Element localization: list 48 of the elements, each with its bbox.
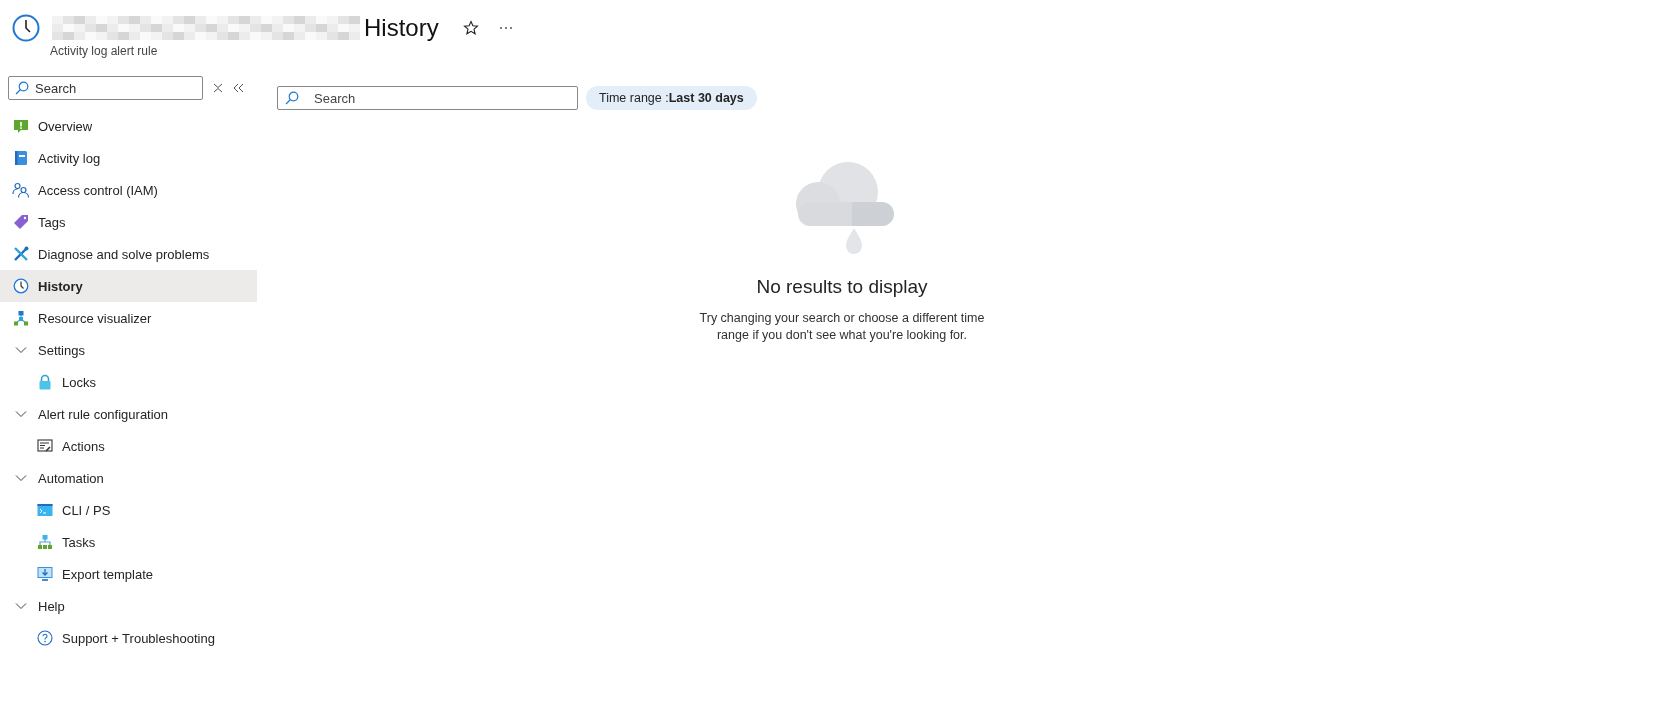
search-icon: [285, 91, 299, 105]
clock-icon: [13, 278, 29, 294]
nav-item[interactable]: Tasks: [0, 526, 257, 558]
clear-icon[interactable]: [213, 83, 223, 93]
chevron-icon: [15, 410, 27, 418]
nav-item[interactable]: Access control (IAM): [0, 174, 257, 206]
tools-icon: [13, 246, 29, 262]
nav-item[interactable]: Overview: [0, 110, 257, 142]
search-field[interactable]: Search: [8, 76, 203, 100]
search-icon: [15, 81, 29, 95]
star-icon[interactable]: [462, 20, 479, 36]
nav-item[interactable]: Support + Troubleshooting: [0, 622, 257, 654]
resource-type: Activity log alert rule: [50, 44, 159, 58]
collapse-icon[interactable]: [233, 83, 245, 93]
nav-item[interactable]: Actions: [0, 430, 257, 462]
form-icon: [37, 438, 53, 454]
chevron-icon: [15, 602, 27, 610]
nav-group[interactable]: Help: [0, 590, 257, 622]
help-icon: [37, 630, 53, 646]
terminal-icon: [37, 502, 53, 518]
nav-item[interactable]: Locks: [0, 366, 257, 398]
lock-icon: [37, 374, 53, 390]
search-field[interactable]: Search: [277, 86, 578, 110]
empty-state-title: No results to display: [756, 276, 928, 298]
nav-group[interactable]: Alert rule configuration: [0, 398, 257, 430]
hierarchy-icon: [37, 534, 53, 550]
book-icon: [13, 150, 29, 166]
chevron-icon: [15, 474, 27, 482]
empty-state-message: Try changing your search or choose a different time range if you don't see what you're looking for.: [698, 310, 986, 344]
page-title: History: [364, 14, 439, 42]
download-monitor-icon: [37, 566, 53, 582]
nav-item[interactable]: Export template: [0, 558, 257, 590]
nav-item[interactable]: Activity log: [0, 142, 257, 174]
nav-item[interactable]: Tags: [0, 206, 257, 238]
nav-group[interactable]: Settings: [0, 334, 257, 366]
overview-icon: [13, 118, 29, 134]
people-icon: [12, 182, 30, 198]
tag-icon: [13, 214, 29, 230]
chevron-icon: [15, 346, 27, 354]
nav-group[interactable]: Automation: [0, 462, 257, 494]
time-range-filter[interactable]: Time range :Last 30 days: [586, 86, 757, 110]
clock-icon: [12, 14, 40, 42]
nav-item[interactable]: Resource visualizer: [0, 302, 257, 334]
more-icon[interactable]: [498, 26, 513, 30]
nav-item[interactable]: History: [0, 270, 257, 302]
nav-item[interactable]: Diagnose and solve problems: [0, 238, 257, 270]
hierarchy-icon: [13, 310, 29, 326]
nav-item[interactable]: CLI / PS: [0, 494, 257, 526]
